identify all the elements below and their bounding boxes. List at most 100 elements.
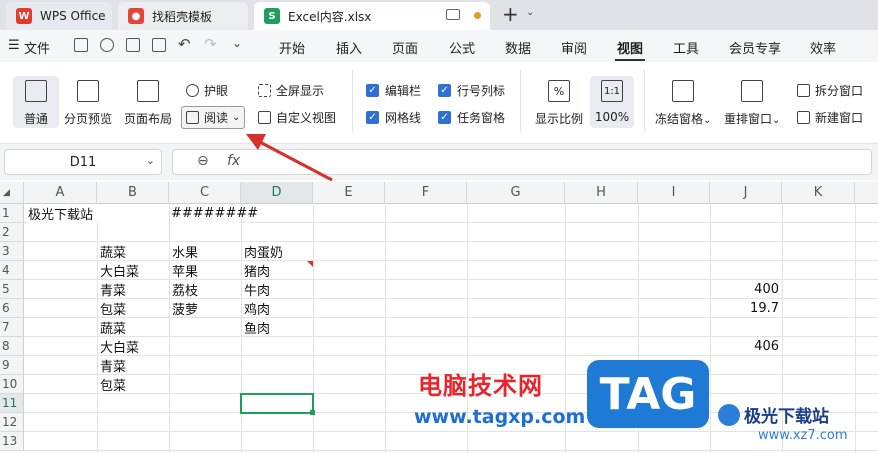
cell-b9[interactable]: 青菜 [100, 356, 126, 375]
new-tab-button[interactable]: + [502, 2, 519, 26]
edit-bar-checkbox[interactable]: ✓ 编辑栏 [366, 82, 421, 99]
tab-wps-office[interactable]: W WPS Office [6, 2, 112, 30]
selected-cell-d11[interactable] [240, 393, 314, 414]
menu-review[interactable]: 审阅 [561, 38, 587, 57]
save-icon[interactable] [74, 38, 88, 52]
monitor-icon[interactable] [446, 9, 460, 20]
page-break-preview-button[interactable]: 分页预览 [64, 80, 112, 127]
menu-view[interactable]: 视图 [617, 38, 643, 57]
menu-file[interactable]: 文件 [24, 38, 50, 57]
row-header[interactable]: 10 [0, 375, 24, 394]
new-window-button[interactable]: 新建窗口 [797, 109, 863, 126]
zoom-button[interactable]: % 显示比例 [535, 80, 583, 127]
name-box[interactable]: D11 ⌄ [4, 149, 162, 175]
col-header-f[interactable]: F [385, 182, 467, 204]
cell-a1[interactable]: 极光下载站 [28, 204, 168, 223]
row-header[interactable]: 7 [0, 318, 24, 337]
cell-d7[interactable]: 鱼肉 [244, 318, 270, 337]
cell-c4[interactable]: 苹果 [172, 261, 198, 280]
row-col-headers-checkbox[interactable]: ✓ 行号列标 [438, 82, 505, 99]
undo-icon[interactable]: ↶ [178, 35, 191, 53]
col-header-i[interactable]: I [638, 182, 710, 204]
menu-efficiency[interactable]: 效率 [810, 38, 836, 57]
custom-view-button[interactable]: 自定义视图 [258, 109, 336, 126]
menu-member[interactable]: 会员专享 [729, 38, 781, 57]
menu-start[interactable]: 开始 [279, 38, 305, 57]
cell-b5[interactable]: 青菜 [100, 280, 126, 299]
redo-icon[interactable]: ↷ [204, 35, 217, 53]
task-pane-checkbox[interactable]: ✓ 任务窗格 [438, 109, 505, 126]
cell-b4[interactable]: 大白菜 [100, 261, 139, 280]
cell-c1[interactable]: ######## [171, 204, 258, 223]
zoom-search-icon[interactable]: ⊖ [197, 153, 209, 169]
cell-b8[interactable]: 大白菜 [100, 337, 139, 356]
eye-care-button[interactable]: 护眼 [186, 82, 228, 99]
grid-line [385, 204, 386, 453]
col-header-g[interactable]: G [467, 182, 565, 204]
menu-tools[interactable]: 工具 [673, 38, 699, 57]
freeze-panes-button[interactable]: 冻结窗格⌄ [655, 80, 711, 127]
split-window-button[interactable]: 拆分窗口 [797, 82, 863, 99]
grid-line [24, 241, 878, 242]
row-header[interactable]: 12 [0, 413, 24, 432]
cell-c6[interactable]: 菠萝 [172, 299, 198, 318]
menu-data[interactable]: 数据 [505, 38, 531, 57]
cell-b3[interactable]: 蔬菜 [100, 242, 126, 261]
tab-docer[interactable]: ● 找稻壳模板 [118, 2, 248, 30]
cell-b10[interactable]: 包菜 [100, 375, 126, 394]
annotation-arrow [246, 134, 333, 182]
watermark-site: 极光下载站 [744, 407, 829, 427]
menu-formula[interactable]: 公式 [449, 38, 475, 57]
chevron-down-icon[interactable]: ⌄ [232, 112, 240, 123]
cell-j8[interactable]: 406 [710, 337, 779, 356]
col-header-a[interactable]: A [24, 182, 97, 204]
col-header-h[interactable]: H [565, 182, 638, 204]
cell-d3[interactable]: 肉蛋奶 [244, 242, 283, 261]
tab-excel-file[interactable]: S Excel内容.xlsx [254, 2, 490, 30]
gridlines-checkbox[interactable]: ✓ 网格线 [366, 109, 421, 126]
cell-j5[interactable]: 400 [710, 280, 779, 299]
fullscreen-button[interactable]: 全屏显示 [258, 82, 324, 99]
col-header-j[interactable]: J [710, 182, 782, 204]
reading-mode-button[interactable]: 阅读 ⌄ [181, 106, 246, 129]
row-header[interactable]: 4 [0, 261, 24, 280]
fx-icon[interactable]: fx [227, 153, 240, 169]
row-header[interactable]: 1 [0, 204, 24, 223]
cell-b6[interactable]: 包菜 [100, 299, 126, 318]
row-header[interactable]: 3 [0, 242, 24, 261]
title-bar: W WPS Office ● 找稻壳模板 S Excel内容.xlsx + ⌄ [0, 0, 878, 30]
page-layout-button[interactable]: 页面布局 [124, 80, 172, 127]
col-header-b[interactable]: B [97, 182, 169, 204]
row-header[interactable]: 13 [0, 432, 24, 451]
grid-line [241, 204, 242, 453]
print-icon[interactable] [126, 38, 140, 52]
col-header-k[interactable]: K [782, 182, 855, 204]
menu-page[interactable]: 页面 [392, 38, 418, 57]
row-header[interactable]: 2 [0, 223, 24, 242]
zoom-100-button[interactable]: 1:1 100% [590, 76, 634, 128]
row-header[interactable]: 9 [0, 356, 24, 375]
cell-j6[interactable]: 19.7 [710, 299, 779, 318]
row-header[interactable]: 6 [0, 299, 24, 318]
export-icon[interactable] [100, 38, 114, 52]
cell-d5[interactable]: 牛肉 [244, 280, 270, 299]
select-all-corner[interactable]: ◢ [0, 182, 24, 204]
row-header[interactable]: 8 [0, 337, 24, 356]
quick-access-chevron-icon[interactable]: ⌄ [232, 36, 242, 50]
menu-insert[interactable]: 插入 [336, 38, 362, 57]
cell-c5[interactable]: 荔枝 [172, 280, 198, 299]
col-header-c[interactable]: C [169, 182, 241, 204]
chevron-down-icon[interactable]: ⌄ [146, 154, 155, 167]
cell-c3[interactable]: 水果 [172, 242, 198, 261]
cell-d6[interactable]: 鸡肉 [244, 299, 270, 318]
cell-d4[interactable]: 猪肉 [244, 261, 270, 280]
row-header[interactable]: 11 [0, 394, 24, 413]
print-preview-icon[interactable] [152, 38, 166, 52]
row-header[interactable]: 5 [0, 280, 24, 299]
rearrange-windows-button[interactable]: 重排窗口⌄ [724, 80, 780, 127]
fill-handle[interactable] [310, 410, 315, 415]
hamburger-icon[interactable]: ☰ [8, 38, 20, 53]
cell-b7[interactable]: 蔬菜 [100, 318, 126, 337]
normal-view-button[interactable]: 普通 [13, 76, 59, 128]
chevron-down-icon[interactable]: ⌄ [526, 7, 534, 18]
